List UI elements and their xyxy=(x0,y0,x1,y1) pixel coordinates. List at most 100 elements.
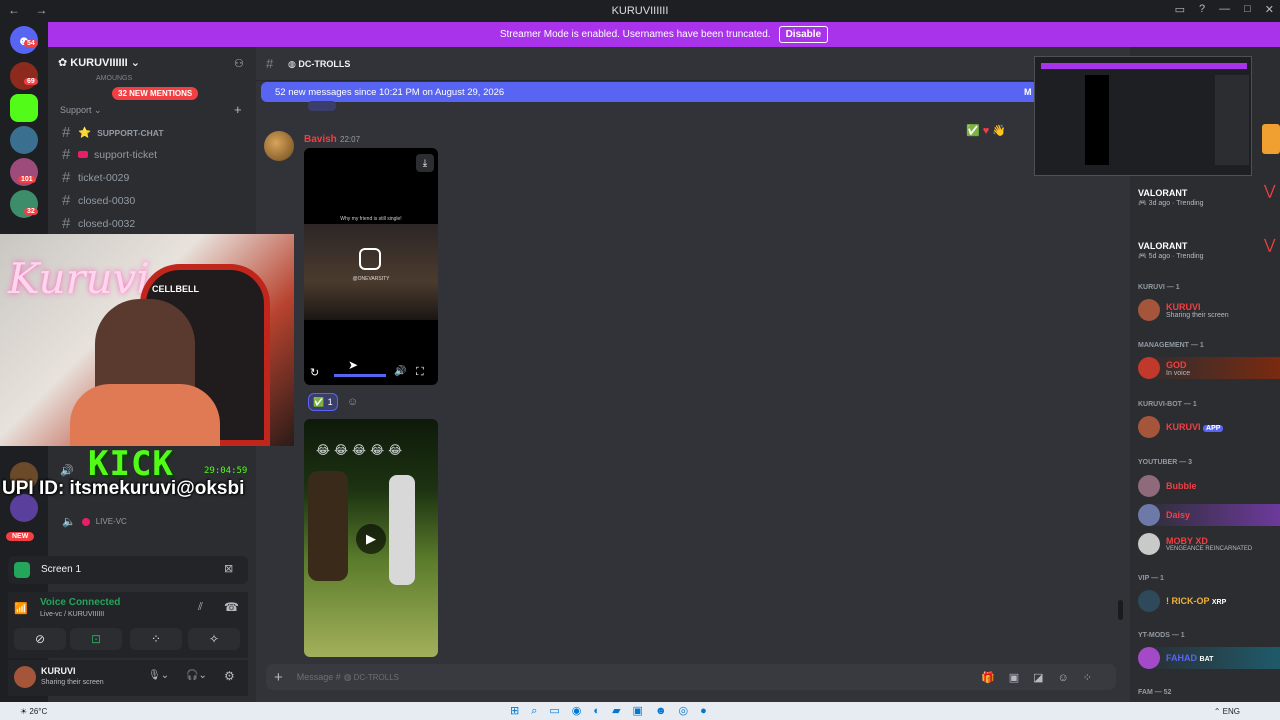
screen-label: Screen 1 xyxy=(41,564,82,575)
weather-icon[interactable]: ☀ 26°C xyxy=(20,707,47,716)
preview-members xyxy=(1215,75,1249,165)
help-icon: ? xyxy=(1199,3,1206,15)
progress-bar[interactable] xyxy=(334,374,386,377)
video-attachment[interactable]: ⤓ Why my friend is still single! @ONEVAR… xyxy=(304,148,438,385)
activity-meta: 🎮 5d ago · Trending xyxy=(1138,253,1204,260)
valorant-icon: ⋁ xyxy=(1264,236,1276,252)
headphones-icon[interactable]: 🎧⌄ xyxy=(186,670,207,681)
activity-card[interactable]: VALORANT 🎮 3d ago · Trending xyxy=(1138,188,1204,207)
camera-off-button[interactable]: ⊘ xyxy=(14,628,66,650)
settings-gear-icon[interactable]: ⚙ xyxy=(224,669,235,683)
steam-icon: ◉ xyxy=(571,705,594,717)
soundboard-button[interactable]: ✧ xyxy=(188,628,240,650)
system-tray[interactable]: ⌃ ENG xyxy=(1214,707,1240,716)
kick-server-icon[interactable] xyxy=(10,94,38,122)
message-author[interactable]: Bavish xyxy=(304,134,337,145)
mark-read-label[interactable]: M xyxy=(1024,87,1032,97)
chevron-down-icon: ⌄ xyxy=(130,57,141,69)
reaction-chip[interactable] xyxy=(308,101,336,111)
avatar[interactable] xyxy=(264,131,294,161)
reaction-chip[interactable]: ✅ 1 xyxy=(308,393,338,411)
member-row[interactable]: FAHAD BAT xyxy=(1138,647,1280,669)
minimize-icon: — xyxy=(1219,3,1231,15)
maximize-icon: □ xyxy=(1244,3,1251,15)
member-group-header: VIP — 1 xyxy=(1138,575,1164,582)
avatar[interactable] xyxy=(14,666,36,688)
user-name: KURUVI xyxy=(41,666,76,676)
voice-user-row[interactable]: 🔊 xyxy=(60,464,74,477)
scrollbar[interactable] xyxy=(1118,600,1123,620)
add-member-icon[interactable]: ⚇ xyxy=(234,57,244,70)
add-reaction-icon[interactable]: ☺ xyxy=(347,396,358,408)
server-name-header[interactable]: ✿ KURUVIIIIII ⌄ xyxy=(58,56,140,69)
channel-support-ticket[interactable]: # support-ticket xyxy=(62,146,157,163)
live-dot-icon xyxy=(81,517,90,526)
close-icon: ✕ xyxy=(1264,4,1274,16)
video-handle: @ONEVARSITY xyxy=(352,276,390,282)
member-group-header: KURUVI-BOT — 1 xyxy=(1138,401,1197,408)
hash-icon: # xyxy=(62,146,71,163)
server-gear-icon: ✿ xyxy=(58,57,71,69)
member-row[interactable]: Bubble xyxy=(1138,475,1197,497)
emoji-icon: ☺ xyxy=(1057,671,1083,684)
screen-share-preview[interactable] xyxy=(1034,56,1252,176)
chrome-icon: ◎ xyxy=(678,705,701,717)
screen-share-panel: Screen 1 ⊠ xyxy=(8,556,248,584)
gamepad-icon: 🎮 xyxy=(1138,200,1147,207)
channel-support-chat[interactable]: # ⭐ SUPPORT-CHAT xyxy=(62,124,164,141)
member-row[interactable]: ! RICK-OP XRP xyxy=(1138,590,1226,612)
input-actions[interactable]: 🎁▣◪☺⁘ xyxy=(981,671,1106,684)
member-row[interactable]: MOBY XD VENGEANCE REINCARNATED xyxy=(1138,533,1252,555)
app-tag: APP xyxy=(1203,425,1224,432)
hash-icon: # xyxy=(266,56,274,71)
noise-suppression-icon[interactable]: ⫽ xyxy=(198,601,203,614)
volume-icon[interactable]: 🔊 xyxy=(394,366,406,377)
upi-overlay: UPI ID: itsmekuruvi@oksbi xyxy=(2,478,245,499)
add-channel-icon[interactable]: + xyxy=(234,102,242,117)
activities-button[interactable]: ⁘ xyxy=(130,628,182,650)
quick-reactions[interactable]: ✅ ♥ 👋 xyxy=(966,124,1006,137)
signal-icon[interactable]: 📶 xyxy=(14,602,28,615)
partial-channel[interactable]: AMOUNGS xyxy=(96,75,132,82)
channel-title: ◍ DC-TROLLS xyxy=(288,59,351,69)
channel-ticket-0029[interactable]: # ticket-0029 xyxy=(62,169,129,186)
activity-card[interactable]: VALORANT 🎮 5d ago · Trending xyxy=(1138,241,1204,260)
share-screen-button[interactable]: ⊡ xyxy=(70,628,122,650)
disconnect-icon[interactable]: ☎ xyxy=(224,600,239,614)
new-mentions-pill[interactable]: 32 NEW MENTIONS xyxy=(112,87,199,100)
channel-closed-0030[interactable]: # closed-0030 xyxy=(62,192,135,209)
new-messages-bar[interactable]: 52 new messages since 10:21 PM on August… xyxy=(261,82,1061,102)
taskbar-apps[interactable]: ⊞⌕▭◉◐▰▣☻◎● xyxy=(510,704,719,718)
fullscreen-icon[interactable]: ⛶ xyxy=(416,366,424,379)
server-icon[interactable] xyxy=(10,126,38,154)
soundboard-icon: ✧ xyxy=(208,632,220,646)
member-row[interactable]: KURUVI Sharing their screen xyxy=(1138,299,1229,321)
member-row[interactable]: GOD In voice xyxy=(1138,357,1280,379)
channel-closed-0032[interactable]: # closed-0032 xyxy=(62,215,135,232)
member-row[interactable]: KURUVI APP xyxy=(1138,416,1224,438)
download-icon[interactable]: ⤓ xyxy=(416,154,434,172)
webcam-overlay: Kuruvi CELLBELL xyxy=(0,234,294,446)
category-support[interactable]: Support ⌄ xyxy=(60,105,102,116)
voice-channel-live-vc[interactable]: 🔈 LIVE-VC xyxy=(62,515,127,528)
server-icon[interactable] xyxy=(10,62,38,90)
message-input[interactable]: + Message # ◍ DC-TROLLS 🎁▣◪☺⁘ xyxy=(266,664,1116,690)
stream-timer: 29:04:59 xyxy=(204,466,248,476)
play-icon[interactable]: ▶ xyxy=(356,524,386,554)
windows-start-icon: ⊞ xyxy=(510,705,532,717)
voice-status[interactable]: Voice Connected xyxy=(40,597,120,608)
disable-button[interactable]: Disable xyxy=(778,26,829,43)
add-attachment-icon[interactable]: + xyxy=(274,669,283,686)
chair-logo: CELLBELL xyxy=(152,284,199,294)
apps-icon: ⁘ xyxy=(1082,671,1106,684)
person-figure xyxy=(389,475,415,585)
window-controls[interactable]: ▭? — □ ✕ xyxy=(1175,3,1274,16)
member-row[interactable]: Daisy xyxy=(1138,504,1280,526)
mic-icon[interactable]: 🎙⌄ xyxy=(148,670,169,681)
replay-icon[interactable]: ↻ xyxy=(310,366,319,379)
nav-arrows[interactable]: ← → xyxy=(8,3,53,17)
voice-channel-label[interactable]: Live-vc / KURUVIIIIII xyxy=(40,611,104,618)
user-panel: KURUVI Sharing their screen 🎙⌄ 🎧⌄ ⚙ xyxy=(8,660,248,696)
video-attachment[interactable]: 😂😂😂😂😂 ▶ xyxy=(304,419,438,657)
stop-share-icon[interactable]: ⊠ xyxy=(224,562,233,575)
